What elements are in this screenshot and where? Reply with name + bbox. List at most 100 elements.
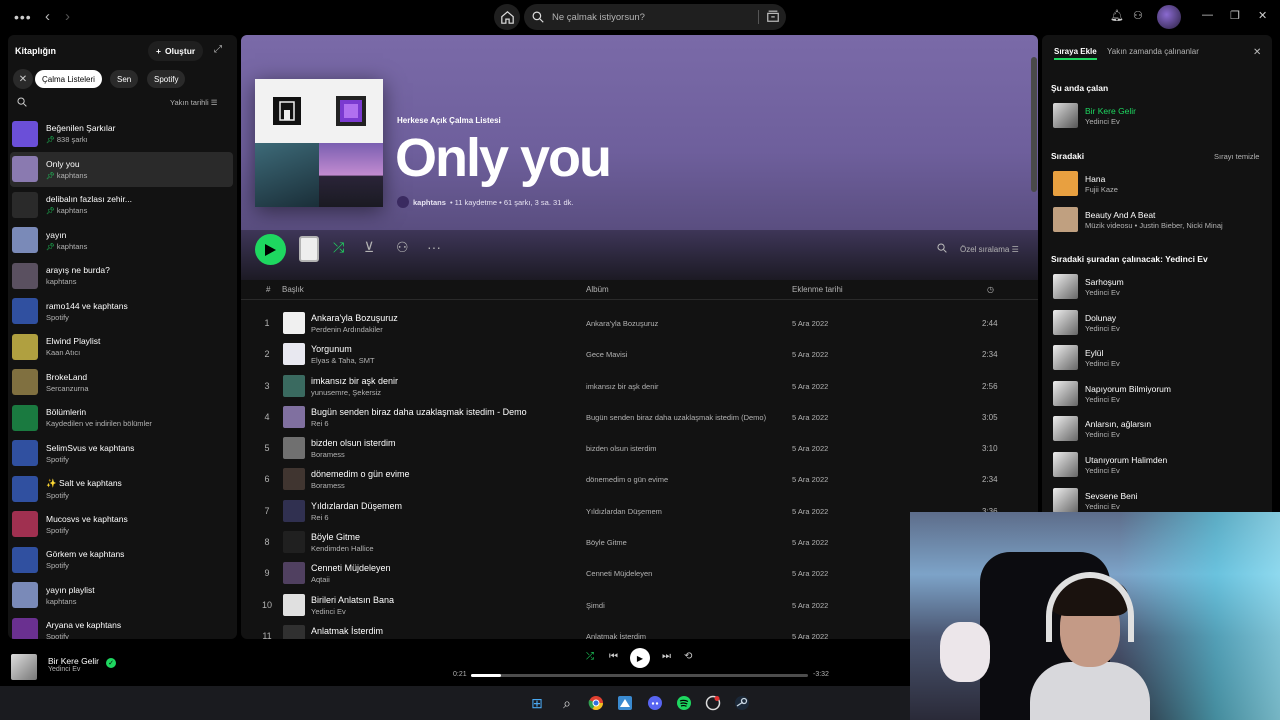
queue-item[interactable]: Dolunay Yedinci Ev (1051, 307, 1266, 339)
library-item[interactable]: Elwind Playlist Kaan Atıcı (8, 329, 237, 365)
clear-filter-button[interactable]: ✕ (13, 69, 33, 89)
table-row[interactable]: 4 Bugün senden biraz daha uzaklaşmak iste… (241, 402, 1038, 433)
library-item[interactable]: Mucosvs ve kaphtans Spotify (8, 507, 237, 543)
steam-icon[interactable] (731, 692, 753, 714)
saved-check-icon[interactable]: ✓ (106, 658, 116, 668)
track-title[interactable]: Ankara'yla Bozuşuruz (311, 313, 398, 323)
library-item[interactable]: Bölümlerin Kaydedilen ve indirilen bölüml… (8, 400, 237, 436)
track-album[interactable]: Yıldızlardan Düşemem (586, 507, 662, 516)
library-item[interactable]: BrokeLand Sercanzurna (8, 365, 237, 401)
track-album[interactable]: Gece Mavisi (586, 350, 627, 359)
track-album[interactable]: Cenneti Müjdeleyen (586, 569, 652, 578)
close-icon[interactable]: ✕ (1253, 47, 1261, 58)
shuffle-icon[interactable]: ⤮ (586, 651, 594, 662)
track-title[interactable]: bizden olsun isterdim (311, 438, 396, 448)
library-item[interactable]: arayış ne burda? kaphtans (8, 258, 237, 294)
table-row[interactable]: 3 imkansız bir aşk denir yunusemre, Şekers… (241, 371, 1038, 402)
track-title[interactable]: Birileri Anlatsın Bana (311, 595, 394, 605)
track-title[interactable]: imkansız bir aşk denir (311, 376, 398, 386)
track-title[interactable]: Yorgunum (311, 344, 352, 354)
now-playing-artist[interactable]: Yedinci Ev (48, 666, 80, 673)
chip-playlists[interactable]: Çalma Listeleri (35, 70, 102, 88)
windows-start-icon[interactable]: ⊞ (526, 692, 548, 714)
track-artist[interactable]: Kendimden Hallice (311, 544, 374, 553)
queue-item[interactable]: Eylül Yedinci Ev (1051, 342, 1266, 374)
shuffle-icon[interactable]: ⤮ (333, 239, 344, 256)
table-row[interactable]: 5 bizden olsun isterdim Boramess bizden ols… (241, 433, 1038, 464)
track-title[interactable]: Yıldızlardan Düşemem (311, 501, 402, 511)
tab-recently-played[interactable]: Yakın zamanda çalınanlar (1107, 47, 1199, 56)
table-row[interactable]: 6 dönemedim o gün evime Boramess dönemedim … (241, 464, 1038, 495)
previous-icon[interactable]: ⏮︎ (609, 651, 618, 662)
avatar[interactable] (1157, 5, 1181, 29)
friends-icon[interactable]: ⚇ (1133, 9, 1143, 22)
pause-play-button[interactable]: ▶ (630, 648, 650, 668)
create-button[interactable]: + Oluştur (148, 41, 204, 61)
tab-queue[interactable]: Sıraya Ekle (1054, 47, 1097, 60)
queue-item[interactable]: Napıyorum Bilmiyorum Yedinci Ev (1051, 378, 1266, 410)
track-album[interactable]: Bugün senden biraz daha uzaklaşmak isted… (586, 413, 766, 422)
bell-icon[interactable]: 🔔︎ (1110, 9, 1124, 22)
custom-sort-button[interactable]: Özel sıralama ☰ (960, 245, 1019, 254)
browse-icon[interactable] (766, 9, 780, 23)
track-album[interactable]: Şimdi (586, 601, 605, 610)
track-artist[interactable]: yunusemre, Şekersiz (311, 388, 381, 397)
download-icon[interactable]: ⊻ (364, 239, 374, 256)
track-title[interactable]: Böyle Gitme (311, 532, 360, 542)
app-icon[interactable] (614, 692, 636, 714)
app-icon[interactable] (702, 692, 724, 714)
library-item[interactable]: yayın playlist kaphtans (8, 578, 237, 614)
queue-item[interactable]: Anlarsın, ağlarsın Yedinci Ev (1051, 413, 1266, 445)
library-search-icon[interactable] (17, 97, 27, 110)
col-title[interactable]: Başlık (282, 285, 304, 294)
track-artist[interactable]: Boramess (311, 450, 345, 459)
minimize-icon[interactable]: — (1202, 9, 1213, 21)
back-arrow-icon[interactable]: ‹ (45, 8, 50, 25)
playlist-cover[interactable] (255, 79, 383, 207)
track-artist[interactable]: Rei 6 (311, 419, 329, 428)
track-artist[interactable]: Aqtaii (311, 575, 330, 584)
owner-link[interactable]: kaphtans (413, 198, 446, 207)
chip-you[interactable]: Sen (110, 70, 139, 88)
spotify-icon[interactable] (673, 692, 695, 714)
expand-icon[interactable]: ⤢ (214, 44, 222, 55)
track-title[interactable]: Anlatmak İsterdim (311, 626, 383, 636)
track-album[interactable]: imkansız bir aşk denir (586, 382, 659, 391)
search-input[interactable]: Ne çalmak istiyorsun? (524, 4, 786, 30)
track-album[interactable]: bizden olsun isterdim (586, 444, 656, 453)
discord-icon[interactable] (644, 692, 666, 714)
track-artist[interactable]: Elyas & Taha, SMT (311, 356, 375, 365)
library-item[interactable]: Aryana ve kaphtans Spotify (8, 613, 237, 639)
track-album[interactable]: Böyle Gitme (586, 538, 627, 547)
scrollbar[interactable] (1031, 57, 1037, 192)
table-row[interactable]: 2 Yorgunum Elyas & Taha, SMT Gece Mavisi 5 A… (241, 339, 1038, 370)
library-item[interactable]: SelimSvus ve kaphtans Spotify (8, 436, 237, 472)
queue-item[interactable]: Utanıyorum Halimden Yedinci Ev (1051, 449, 1266, 481)
taskbar-search-icon[interactable]: ⌕ (556, 692, 578, 714)
play-button[interactable] (255, 234, 286, 265)
now-playing-title[interactable]: Bir Kere Gelir (48, 656, 99, 666)
track-album[interactable]: dönemedim o gün evime (586, 475, 668, 484)
track-artist[interactable]: Rei 6 (311, 513, 329, 522)
close-window-icon[interactable]: ✕ (1258, 9, 1267, 22)
now-playing-art[interactable] (11, 654, 37, 680)
queue-now-playing[interactable]: Bir Kere Gelir Yedinci Ev (1051, 100, 1266, 132)
library-sort-button[interactable]: Yakın tarihli ☰ (170, 98, 217, 107)
track-album[interactable]: Ankara'yla Bozuşuruz (586, 319, 658, 328)
library-item[interactable]: Beğenilen Şarkılar 📌︎ 838 şarkı (8, 116, 237, 152)
next-icon[interactable]: ⏭︎ (662, 651, 671, 662)
library-item[interactable]: ✨ Salt ve kaphtans Spotify (8, 471, 237, 507)
chrome-icon[interactable] (585, 692, 607, 714)
library-item[interactable]: Görkem ve kaphtans Spotify (8, 542, 237, 578)
track-title[interactable]: dönemedim o gün evime (311, 469, 410, 479)
playlist-search-icon[interactable] (937, 243, 947, 256)
more-options-icon[interactable]: ··· (427, 239, 441, 255)
col-date[interactable]: Eklenme tarihi (792, 285, 843, 294)
progress-bar[interactable] (471, 674, 808, 677)
forward-arrow-icon[interactable]: › (65, 8, 70, 25)
track-artist[interactable]: Yedinci Ev (311, 607, 346, 616)
restore-icon[interactable]: ❐ (1230, 9, 1240, 22)
track-artist[interactable]: Boramess (311, 481, 345, 490)
track-title[interactable]: Bugün senden biraz daha uzaklaşmak isted… (311, 407, 527, 417)
add-user-icon[interactable]: ⚇ (396, 239, 409, 256)
